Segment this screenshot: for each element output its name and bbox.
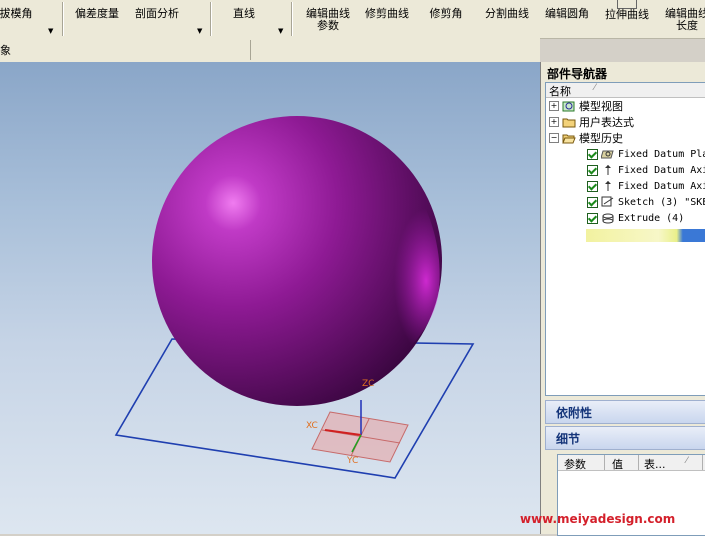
selection-label: 象	[0, 44, 11, 57]
details-table-header: 参数 值 表... ⁄	[558, 455, 705, 471]
datum-axis-icon	[605, 181, 611, 191]
open-folder-icon	[562, 134, 576, 144]
draft-angle-button[interactable]: 拔模角	[0, 0, 36, 38]
visibility-checkbox[interactable]	[587, 148, 598, 160]
visibility-checkbox[interactable]	[587, 180, 598, 192]
tree-item-extrude[interactable]: Extrude (4)	[587, 210, 684, 226]
datum-plane-icon	[601, 150, 614, 159]
trim-corner-button[interactable]: 修剪角	[424, 0, 468, 38]
navigator-title: 部件导航器	[547, 67, 608, 81]
chevron-down-icon[interactable]: ▼	[278, 27, 283, 35]
column-header-name[interactable]: 名称 ⁄	[546, 83, 705, 98]
chevron-down-icon[interactable]: ▼	[197, 27, 202, 35]
dependencies-pane-header[interactable]: 依附性	[545, 400, 705, 424]
part-navigator-panel: 部件导航器 名称 ⁄ + 模型视图 + 用户表达式 − 模型历史 Fixed D…	[540, 62, 705, 536]
expand-icon[interactable]: +	[549, 117, 559, 127]
datum-axis-icon	[605, 165, 611, 175]
tree-item-model-views[interactable]: + 模型视图	[549, 98, 623, 114]
folder-icon	[562, 118, 576, 128]
expand-icon[interactable]: +	[549, 101, 559, 111]
edit-curve-params-button[interactable]: 编辑曲线 参数	[300, 0, 356, 38]
graphics-viewport[interactable]: ZC XC YC	[0, 62, 540, 534]
model-view[interactable]: ZC XC YC	[0, 62, 540, 534]
tree-item-selected[interactable]	[586, 229, 705, 242]
visibility-checkbox[interactable]	[587, 196, 598, 208]
section-analysis-button[interactable]: 剖面分析	[130, 0, 184, 38]
sketch-icon	[601, 196, 614, 207]
model-views-icon	[562, 101, 575, 112]
chevron-down-icon[interactable]: ▼	[48, 27, 53, 35]
column-header-value[interactable]: 值	[612, 456, 623, 472]
extrude-icon	[602, 213, 614, 224]
column-header-param[interactable]: 参数	[564, 456, 586, 472]
edit-curve-length-button[interactable]: 编辑曲线 长度	[660, 0, 705, 38]
x-axis-label: XC	[306, 421, 318, 431]
z-axis-label: ZC	[362, 379, 374, 389]
y-axis-label: YC	[346, 456, 358, 466]
visibility-checkbox[interactable]	[587, 212, 598, 224]
tree-item-datum-axis-2[interactable]: Fixed Datum Axi	[587, 178, 705, 194]
selection-bar: 象	[0, 38, 540, 63]
line-button[interactable]: 直线	[226, 0, 262, 38]
visibility-checkbox[interactable]	[587, 164, 598, 176]
tree-item-datum-plane[interactable]: Fixed Datum Pla	[587, 146, 705, 162]
toolbar: 拔模角 ▼ 偏差度量 剖面分析 ▼ 直线 ▼ 编辑曲线 参数 修剪曲线 修剪角 …	[0, 0, 705, 39]
column-header-expression[interactable]: 表...	[644, 456, 666, 472]
split-curve-button[interactable]: 分割曲线	[480, 0, 534, 38]
tree-item-datum-axis-1[interactable]: Fixed Datum Axi	[587, 162, 705, 178]
tree-item-sketch[interactable]: Sketch (3) "SKE	[587, 194, 705, 210]
details-pane-header[interactable]: 细节	[545, 426, 705, 450]
watermark: www.meiyadesign.com	[520, 512, 676, 526]
tree-item-user-expressions[interactable]: + 用户表达式	[549, 114, 634, 130]
sort-indicator-icon: ⁄	[594, 83, 596, 93]
edit-fillet-button[interactable]: 编辑圆角	[540, 0, 594, 38]
deviation-measure-button[interactable]: 偏差度量	[70, 0, 124, 38]
tree-item-model-history[interactable]: − 模型历史	[549, 130, 623, 146]
navigator-tree[interactable]: 名称 ⁄ + 模型视图 + 用户表达式 − 模型历史 Fixed Datum P…	[545, 82, 705, 396]
stretch-curve-button[interactable]: 拉伸曲线	[600, 0, 654, 38]
trim-curve-button[interactable]: 修剪曲线	[360, 0, 414, 38]
sort-indicator-icon: ⁄	[686, 456, 688, 466]
collapse-icon[interactable]: −	[549, 133, 559, 143]
